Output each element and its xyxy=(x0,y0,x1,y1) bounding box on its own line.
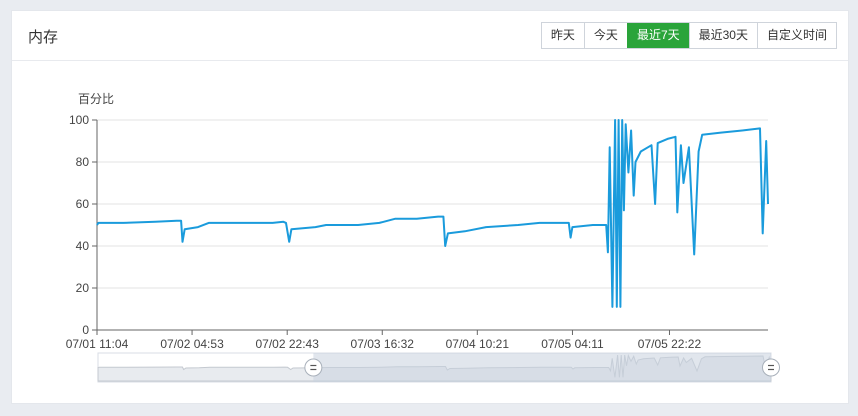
zoom-start-handle[interactable] xyxy=(304,358,323,377)
memory-series-line xyxy=(96,119,769,308)
y-axis-label: 百分比 xyxy=(78,92,114,106)
x-tick-label: 07/03 16:32 xyxy=(351,337,415,351)
zoom-selected-window[interactable] xyxy=(313,353,771,382)
x-tick-label: 07/01 11:04 xyxy=(66,337,129,351)
y-tick-label: 40 xyxy=(76,239,90,253)
x-tick-label: 07/02 04:53 xyxy=(160,337,224,351)
x-tick-label: 07/05 22:22 xyxy=(638,337,702,351)
x-tick-label: 07/05 04:11 xyxy=(541,337,604,351)
y-tick-label: 60 xyxy=(76,197,90,211)
memory-line-chart: 0 20 40 60 80 100 百分比 07/01 11:04 07/02 04:53 07/… xyxy=(66,92,780,383)
x-tick-label: 07/02 22:43 xyxy=(255,337,319,351)
zoom-end-handle[interactable] xyxy=(762,358,780,377)
x-tick-label: 07/04 10:21 xyxy=(446,337,510,351)
y-tick-label: 20 xyxy=(76,281,90,295)
y-tick-label: 80 xyxy=(76,155,90,169)
y-tick-label: 100 xyxy=(69,113,89,127)
y-tick-label: 0 xyxy=(82,323,89,337)
